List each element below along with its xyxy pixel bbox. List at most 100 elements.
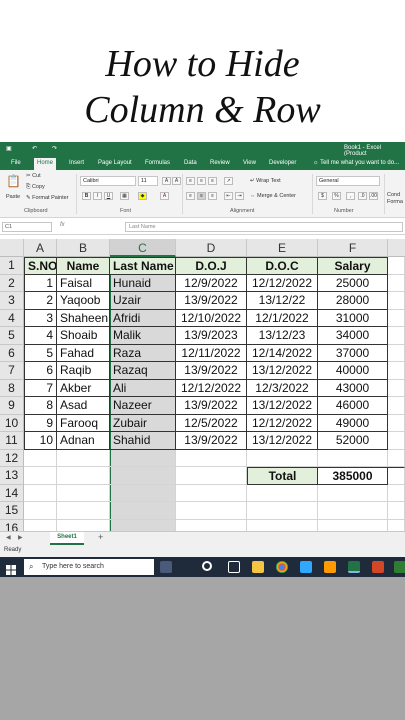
save-icon[interactable]: ▣ bbox=[6, 145, 12, 152]
total-label-cell[interactable]: Total bbox=[247, 467, 318, 485]
cell[interactable] bbox=[110, 519, 176, 531]
underline-button[interactable]: U bbox=[104, 192, 113, 200]
cell[interactable] bbox=[57, 467, 110, 485]
tab-view[interactable]: View bbox=[240, 158, 259, 170]
cell[interactable] bbox=[388, 309, 405, 327]
cell[interactable] bbox=[176, 449, 247, 467]
cell[interactable] bbox=[57, 519, 110, 531]
cell[interactable] bbox=[318, 449, 388, 467]
copy-button[interactable]: ⎘ Copy bbox=[26, 184, 45, 191]
table-cell[interactable]: 46000 bbox=[318, 397, 388, 415]
paste-button[interactable]: Paste bbox=[6, 194, 20, 200]
table-cell[interactable]: 34000 bbox=[318, 327, 388, 345]
column-header-b[interactable]: B bbox=[57, 239, 110, 257]
table-cell[interactable]: 13/12/2022 bbox=[247, 397, 318, 415]
table-cell[interactable]: 4 bbox=[24, 327, 57, 345]
tab-page-layout[interactable]: Page Layout bbox=[95, 158, 135, 170]
chrome-icon[interactable] bbox=[276, 561, 288, 573]
cell[interactable] bbox=[247, 502, 318, 520]
table-cell[interactable]: 10 bbox=[24, 432, 57, 450]
cortana-icon[interactable] bbox=[202, 561, 212, 571]
grow-font-icon[interactable]: A bbox=[162, 177, 171, 185]
table-cell[interactable]: 40000 bbox=[318, 362, 388, 380]
cell[interactable] bbox=[388, 344, 405, 362]
shrink-font-icon[interactable]: A bbox=[172, 177, 181, 185]
row-header[interactable]: 12 bbox=[0, 449, 24, 467]
table-cell[interactable]: 13/9/2022 bbox=[176, 362, 247, 380]
cell[interactable] bbox=[57, 449, 110, 467]
row-header[interactable]: 2 bbox=[0, 274, 24, 292]
row-header[interactable]: 9 bbox=[0, 397, 24, 415]
table-cell[interactable]: 12/12/2022 bbox=[247, 274, 318, 292]
tab-review[interactable]: Review bbox=[207, 158, 233, 170]
cell[interactable] bbox=[176, 519, 247, 531]
prev-sheet-icon[interactable]: ◀ bbox=[6, 534, 11, 541]
row-header[interactable]: 14 bbox=[0, 484, 24, 502]
italic-button[interactable]: I bbox=[93, 192, 102, 200]
cell[interactable] bbox=[110, 502, 176, 520]
table-cell[interactable]: Ali bbox=[110, 379, 176, 397]
table-cell[interactable]: 13/9/2022 bbox=[176, 292, 247, 310]
table-cell[interactable]: 9 bbox=[24, 414, 57, 432]
next-sheet-icon[interactable]: ▶ bbox=[18, 534, 23, 541]
fill-color-icon[interactable]: ◆ bbox=[138, 192, 147, 200]
table-cell[interactable]: 13/9/2022 bbox=[176, 432, 247, 450]
cell[interactable] bbox=[388, 327, 405, 345]
cut-button[interactable]: ✂ Cut bbox=[26, 173, 41, 179]
table-cell[interactable]: Fahad bbox=[57, 344, 110, 362]
row-header[interactable]: 7 bbox=[0, 362, 24, 380]
windows-start-icon[interactable] bbox=[6, 562, 16, 575]
table-cell[interactable]: 12/14/2022 bbox=[247, 344, 318, 362]
cell[interactable] bbox=[388, 379, 405, 397]
table-cell[interactable]: 13/9/2022 bbox=[176, 397, 247, 415]
app-icon[interactable] bbox=[394, 561, 405, 573]
table-cell[interactable]: 12/12/2022 bbox=[176, 379, 247, 397]
decrease-decimal-icon[interactable]: .00 bbox=[369, 192, 378, 200]
cell[interactable] bbox=[24, 502, 57, 520]
table-cell[interactable]: 13/12/2022 bbox=[247, 432, 318, 450]
cell[interactable] bbox=[24, 449, 57, 467]
wrap-text-button[interactable]: ↵ Wrap Text bbox=[250, 178, 281, 184]
row-header[interactable]: 15 bbox=[0, 502, 24, 520]
font-color-icon[interactable]: A bbox=[160, 192, 169, 200]
row-header[interactable]: 4 bbox=[0, 309, 24, 327]
table-cell[interactable]: 37000 bbox=[318, 344, 388, 362]
column-header-a[interactable]: A bbox=[24, 239, 57, 257]
cell[interactable] bbox=[247, 519, 318, 531]
tab-home[interactable]: Home bbox=[34, 158, 57, 170]
formula-input[interactable]: Last Name bbox=[125, 222, 403, 232]
table-cell[interactable]: 5 bbox=[24, 344, 57, 362]
table-cell[interactable]: Shoaib bbox=[57, 327, 110, 345]
row-header[interactable]: 13 bbox=[0, 467, 24, 485]
table-cell[interactable]: 43000 bbox=[318, 379, 388, 397]
increase-indent-icon[interactable]: ⇥ bbox=[235, 192, 244, 200]
taskbar-search-input[interactable]: ⌕ Type here to search bbox=[24, 559, 154, 575]
illustrator-icon[interactable] bbox=[324, 561, 336, 573]
table-cell[interactable]: 12/1/2022 bbox=[247, 309, 318, 327]
percent-button[interactable]: % bbox=[332, 192, 341, 200]
row-header[interactable]: 16 bbox=[0, 519, 24, 531]
cell[interactable] bbox=[388, 519, 405, 531]
column-header-c[interactable]: C bbox=[110, 239, 176, 257]
add-sheet-button[interactable]: + bbox=[98, 532, 103, 542]
number-format-select[interactable]: General bbox=[316, 176, 380, 186]
table-header-cell[interactable]: Salary bbox=[318, 257, 388, 275]
align-bottom-icon[interactable]: ≡ bbox=[208, 177, 217, 185]
cell[interactable] bbox=[57, 484, 110, 502]
table-cell[interactable]: 13/9/2023 bbox=[176, 327, 247, 345]
select-all-corner[interactable] bbox=[0, 239, 24, 257]
format-painter-button[interactable]: ✎ Format Painter bbox=[26, 195, 69, 201]
table-cell[interactable]: 28000 bbox=[318, 292, 388, 310]
currency-button[interactable]: $ bbox=[318, 192, 327, 200]
cell[interactable] bbox=[388, 449, 405, 467]
excel-icon[interactable] bbox=[348, 561, 360, 573]
table-cell[interactable]: 12/5/2022 bbox=[176, 414, 247, 432]
cell[interactable] bbox=[388, 484, 405, 502]
table-cell[interactable]: 13/12/2022 bbox=[247, 362, 318, 380]
cell[interactable] bbox=[388, 432, 405, 450]
bold-button[interactable]: B bbox=[82, 192, 91, 200]
tab-file[interactable]: File bbox=[8, 158, 24, 170]
cell[interactable] bbox=[24, 484, 57, 502]
cell[interactable] bbox=[57, 502, 110, 520]
align-middle-icon[interactable]: ≡ bbox=[197, 177, 206, 185]
